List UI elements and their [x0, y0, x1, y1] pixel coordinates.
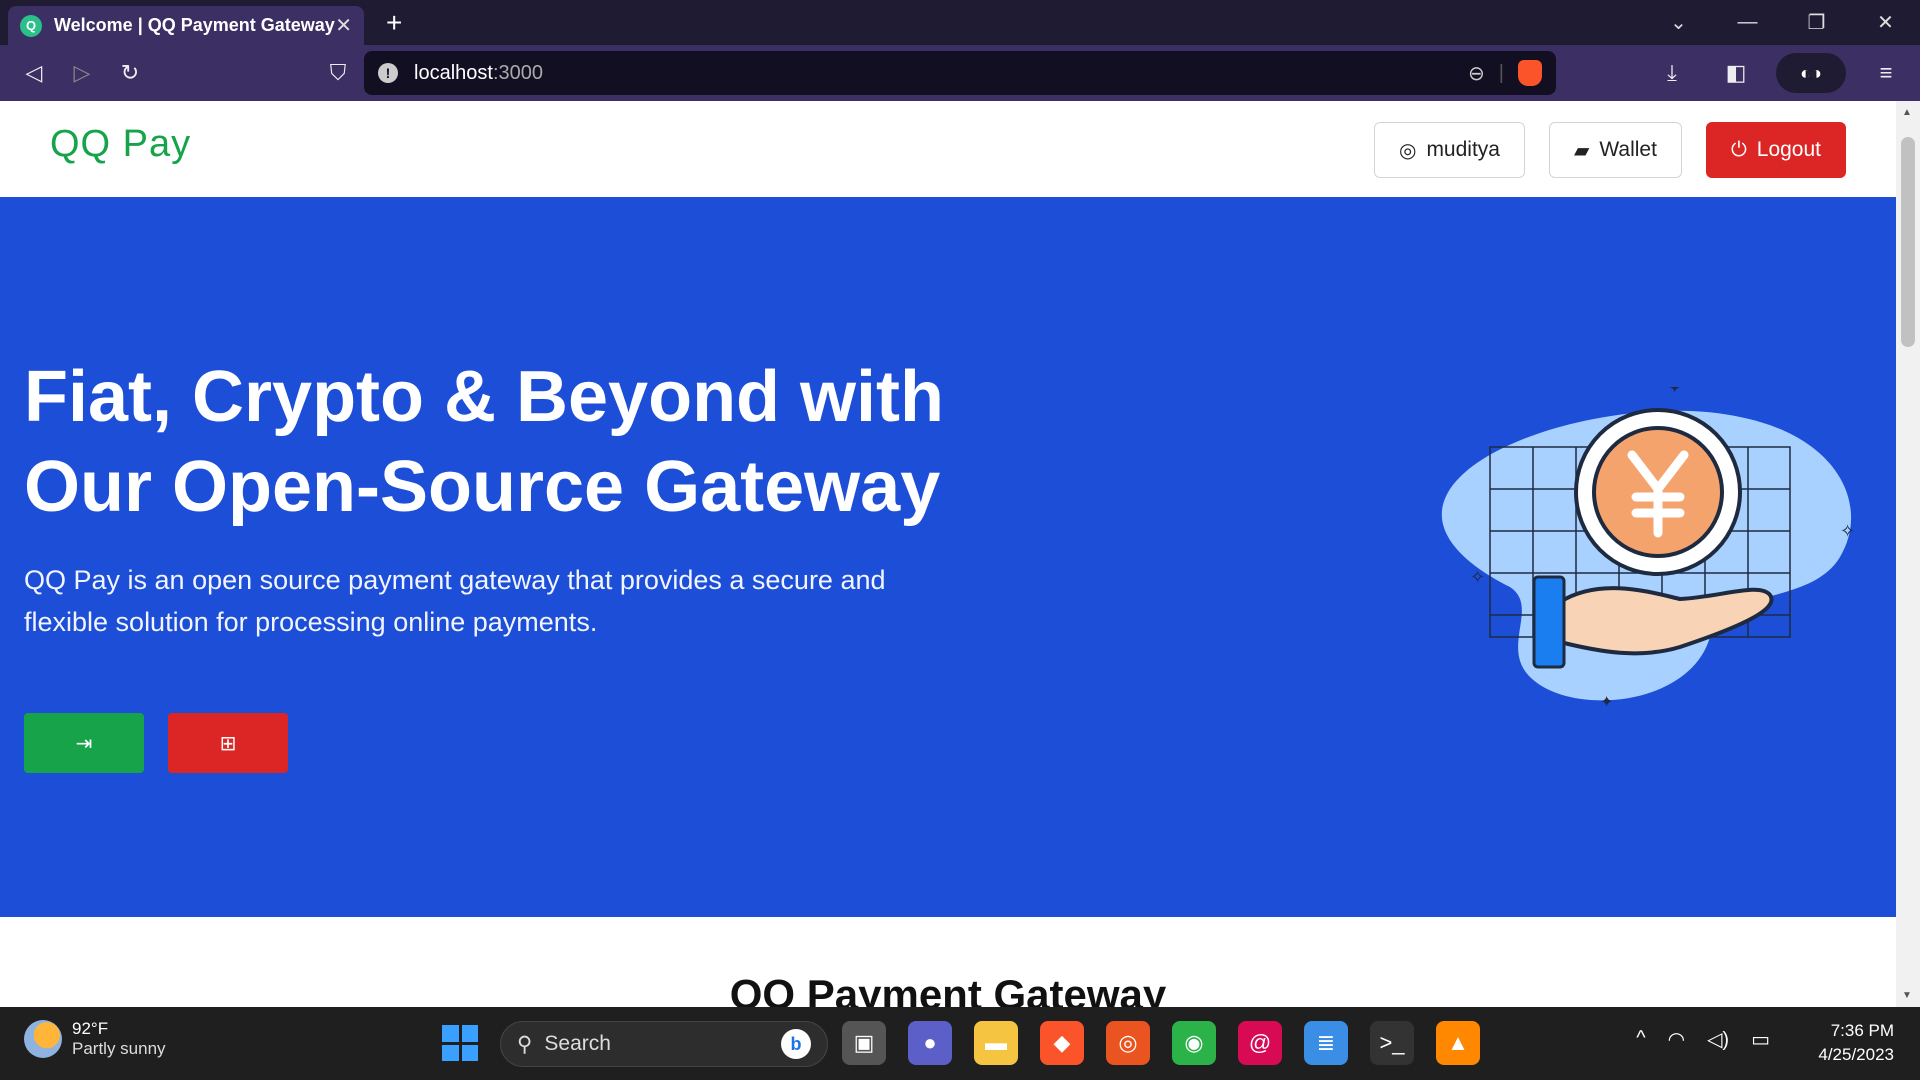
close-tab-icon[interactable]: ✕ [335, 13, 352, 38]
section-title: QQ Payment Gateway [729, 971, 1167, 1007]
file-explorer-icon[interactable]: ▬ [974, 1021, 1018, 1065]
svg-text:✦: ✦ [1668, 387, 1681, 397]
zoom-icon[interactable]: ⊖ [1468, 61, 1485, 86]
close-window-button[interactable]: ✕ [1851, 10, 1920, 35]
battery-icon[interactable]: ▭ [1751, 1027, 1770, 1052]
scroll-up-icon[interactable]: ▲ [1902, 107, 1912, 118]
site-info-icon[interactable]: ! [378, 63, 398, 83]
vlc-icon[interactable]: ▲ [1436, 1021, 1480, 1065]
maximize-button[interactable]: ❐ [1782, 10, 1851, 35]
sitemap-icon: ⊞ [219, 732, 237, 755]
wallet-icon: ▰ [1573, 139, 1590, 162]
tab-title: Welcome | QQ Payment Gateway [54, 15, 335, 35]
bing-icon[interactable]: b [781, 1029, 811, 1059]
clock-time: 7:36 PM [1830, 1021, 1894, 1040]
debian-icon[interactable]: @ [1238, 1021, 1282, 1065]
new-tab-button[interactable]: + [386, 7, 402, 39]
task-view-icon[interactable]: ▣ [842, 1021, 886, 1065]
system-tray: ^ ◠ ◁) ▭ [1636, 1027, 1770, 1052]
clock-date: 4/25/2023 [1818, 1045, 1894, 1064]
windows-start-icon[interactable] [442, 1025, 478, 1061]
volume-icon[interactable]: ◁) [1707, 1027, 1729, 1052]
user-circle-icon: ◎ [1398, 139, 1417, 162]
wallet-label: Wallet [1599, 138, 1657, 161]
wallet-button[interactable]: ▰ Wallet [1548, 122, 1682, 178]
browser-tab[interactable]: Q Welcome | QQ Payment Gateway ✕ [8, 6, 364, 45]
weather-widget[interactable]: 92°F Partly sunny [24, 1019, 166, 1059]
hero-subtitle: QQ Pay is an open source payment gateway… [24, 565, 886, 637]
opensuse-icon[interactable]: ◉ [1172, 1021, 1216, 1065]
scroll-down-icon[interactable]: ▼ [1902, 990, 1912, 1001]
weather-desc: Partly sunny [72, 1039, 166, 1058]
logout-label: Logout [1756, 138, 1821, 161]
url-host: localhost [414, 61, 493, 84]
login-icon: ⇥ [75, 732, 93, 755]
page-scrollbar[interactable]: ▲ ▼ [1896, 101, 1920, 1007]
teams-chat-icon[interactable]: ● [908, 1021, 952, 1065]
svg-text:✧: ✧ [1470, 567, 1485, 587]
power-icon: ⏻ [1730, 138, 1747, 161]
payment-illustration: ✦ ✧ ✧ ✦ [1441, 387, 1855, 711]
minimize-button[interactable]: — [1713, 11, 1782, 34]
user-profile-button[interactable]: ◎ muditya [1373, 122, 1525, 178]
user-name: muditya [1426, 138, 1500, 161]
notepad-icon[interactable]: ≣ [1304, 1021, 1348, 1065]
sitemap-button[interactable]: ⊞ [168, 713, 288, 773]
sidebar-icon[interactable]: ◧ [1712, 60, 1760, 86]
logout-button[interactable]: ⏻ Logout [1705, 122, 1846, 178]
partly-sunny-icon [24, 1020, 62, 1058]
svg-text:✦: ✦ [1600, 694, 1613, 711]
back-icon[interactable]: ◁ [10, 60, 58, 86]
svg-text:✧: ✧ [1840, 521, 1855, 541]
taskbar-clock[interactable]: 7:36 PM 4/25/2023 [1818, 1019, 1894, 1067]
login-button[interactable]: ⇥ [24, 713, 144, 773]
os-taskbar: 92°F Partly sunny ⚲ Search b ▣ ● ▬ ◆ ◎ ◉… [0, 1007, 1920, 1080]
weather-temp: 92°F [72, 1019, 109, 1038]
browser-tab-bar: Q Welcome | QQ Payment Gateway ✕ + ⌄ — ❐… [0, 0, 1920, 45]
hero-title: Fiat, Crypto & Beyond with Our Open-Sour… [24, 357, 945, 527]
tab-search-icon[interactable]: ⌄ [1644, 10, 1713, 35]
reload-icon[interactable]: ↻ [106, 60, 154, 86]
search-icon: ⚲ [517, 1032, 533, 1056]
search-label: Search [544, 1032, 611, 1055]
site-logo[interactable]: QQ Pay [50, 123, 191, 166]
chevron-up-icon[interactable]: ^ [1636, 1027, 1645, 1052]
menu-icon[interactable]: ≡ [1862, 60, 1910, 86]
wifi-icon[interactable]: ◠ [1668, 1027, 1685, 1052]
download-icon[interactable]: ⤓ [1648, 60, 1696, 86]
hero-section: Fiat, Crypto & Beyond with Our Open-Sour… [0, 197, 1896, 917]
taskbar-search[interactable]: ⚲ Search b [500, 1021, 828, 1067]
brave-browser-icon[interactable]: ◆ [1040, 1021, 1084, 1065]
browser-toolbar: ◁ ▷ ↻ ⛉ ! localhost :3000 ⊖ | ⤓ ◧ ◐◑ ≡ [0, 45, 1920, 101]
private-window-icon[interactable]: ◐◑ [1776, 53, 1846, 93]
url-port: :3000 [492, 61, 543, 84]
scroll-thumb[interactable] [1901, 137, 1915, 347]
terminal-preview-icon[interactable]: >_ [1370, 1021, 1414, 1065]
window-controls: ⌄ — ❐ ✕ [1644, 0, 1920, 45]
site-navbar: QQ Pay ◎ muditya ▰ Wallet ⏻ Logout [0, 101, 1896, 197]
brave-shields-icon[interactable] [1518, 60, 1542, 86]
ubuntu-icon[interactable]: ◎ [1106, 1021, 1150, 1065]
forward-icon[interactable]: ▷ [58, 60, 106, 86]
address-bar[interactable]: ! localhost :3000 ⊖ | [364, 51, 1556, 95]
page-viewport: QQ Pay ◎ muditya ▰ Wallet ⏻ Logout Fiat,… [0, 101, 1896, 1007]
qq-favicon-icon: Q [20, 14, 42, 37]
bookmark-icon[interactable]: ⛉ [314, 60, 362, 86]
